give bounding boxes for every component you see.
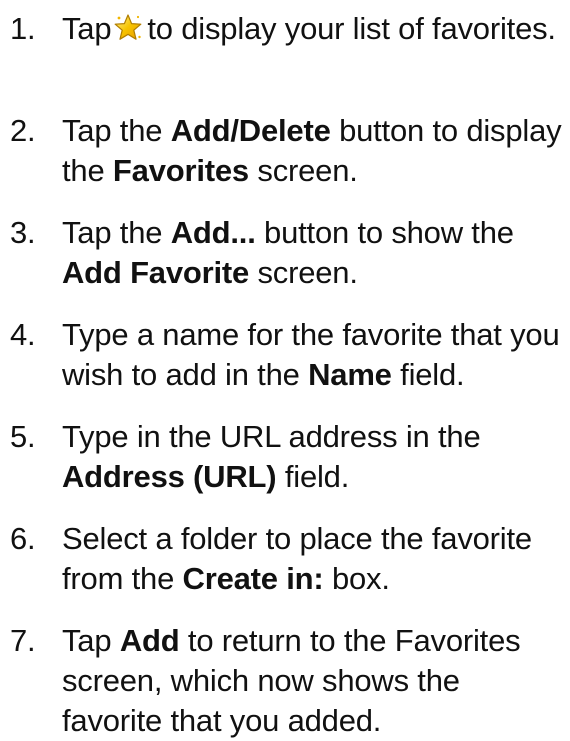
step-number: 5. <box>10 419 36 454</box>
create-in-label: Create in: <box>182 561 324 596</box>
name-field-label: Name <box>308 357 392 392</box>
step-text: Type a name for the favorite that you wi… <box>62 317 560 392</box>
step-number: 6. <box>10 521 36 556</box>
step-number: 1. <box>10 11 36 46</box>
step-number: 2. <box>10 113 36 148</box>
address-url-label: Address (URL) <box>62 459 277 494</box>
step-text: Type in the URL address in the Address (… <box>62 419 481 494</box>
add-delete-label: Add/Delete <box>170 113 331 148</box>
step-text: Tap the Add... button to show the Add Fa… <box>62 215 514 290</box>
step-text: Tap to display your list of favorites. <box>62 11 556 46</box>
step-text: Tap the Add/Delete button to display the… <box>62 113 562 188</box>
add-label: Add <box>119 623 180 658</box>
favorites-star-icon <box>113 13 143 43</box>
add-button-label: Add... <box>170 215 256 250</box>
step-number: 7. <box>10 623 36 658</box>
step-text: Tap Add to return to the Favorites scree… <box>62 623 521 738</box>
favorites-label: Favorites <box>112 153 249 188</box>
step-text: Select a folder to place the favorite fr… <box>62 521 532 596</box>
step-number: 4. <box>10 317 36 352</box>
add-favorite-label: Add Favorite <box>62 255 250 290</box>
step-number: 3. <box>10 215 36 250</box>
